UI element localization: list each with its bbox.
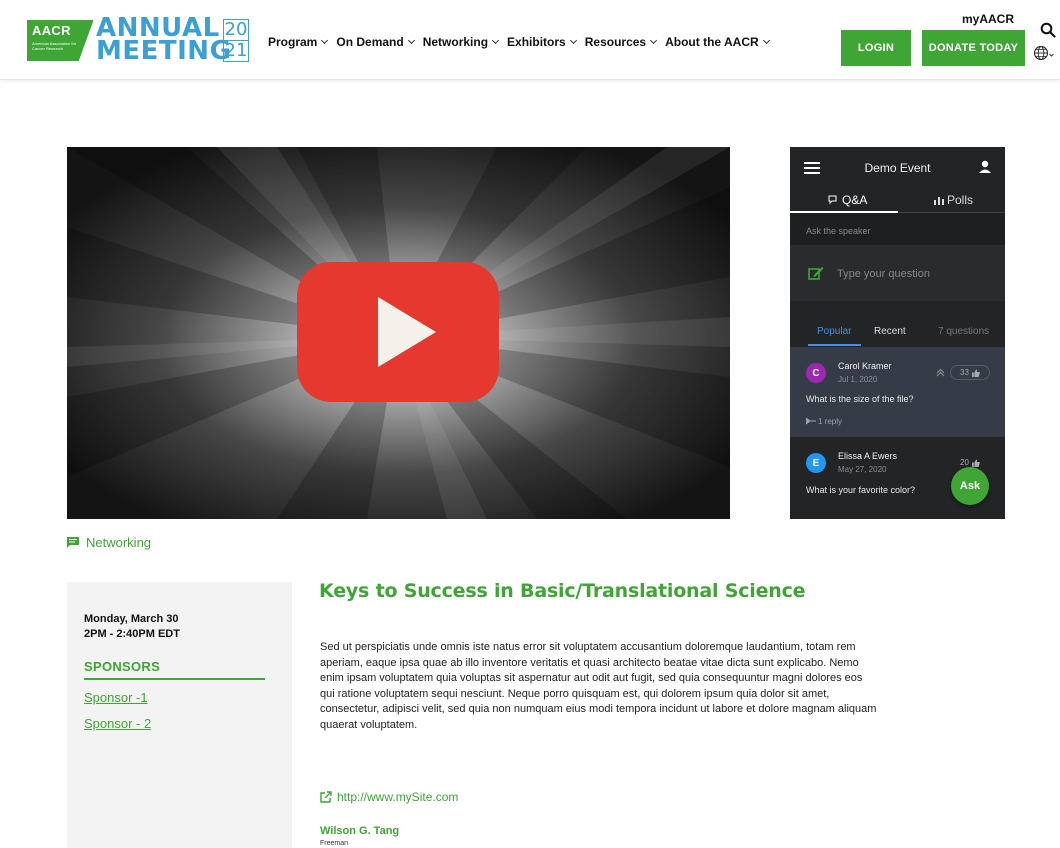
session-description: Sed ut perspiciatis unde omnis iste natu… [320, 641, 877, 731]
speaker-name[interactable]: Wilson G. Tang [320, 825, 399, 837]
chevron-down-icon [407, 36, 415, 45]
chevron-down-icon [569, 36, 577, 45]
website-url: http://www.mySite.com [337, 790, 459, 804]
session-time: 2PM - 2:40PM EDT [84, 628, 180, 640]
question-text: What is your favorite color? [806, 485, 916, 495]
ask-speaker-label: Ask the speaker [806, 226, 871, 236]
avatar: C [806, 363, 826, 383]
tab-polls[interactable]: Polls [934, 193, 973, 207]
logo-year-bottom: 21 [224, 40, 248, 61]
logo-year: 20 21 [223, 19, 249, 62]
thumbs-up-icon [971, 369, 980, 377]
question-author: Elissa A Ewers [838, 451, 898, 461]
nav-on-demand[interactable]: On Demand [336, 35, 415, 49]
nav-program[interactable]: Program [268, 35, 329, 49]
sponsors-heading: SPONSORS [84, 659, 161, 674]
vote-count: 20 [960, 458, 969, 467]
nav-exhibitors[interactable]: Exhibitors [507, 35, 577, 49]
nav-label: On Demand [336, 35, 404, 49]
nav-about[interactable]: About the AACR [665, 35, 770, 49]
reply-link[interactable]: 1 reply [805, 417, 843, 426]
ask-button[interactable]: Ask [951, 467, 989, 505]
question-input-placeholder: Type your question [837, 268, 930, 280]
nav-label: Resources [584, 35, 647, 49]
sort-recent[interactable]: Recent [874, 326, 906, 337]
vote-button[interactable]: 33 [950, 365, 990, 380]
my-account-link[interactable]: myAACR [962, 12, 1014, 26]
vote-count: 33 [960, 368, 969, 377]
sponsor-link[interactable]: Sponsor - 2 [84, 716, 151, 731]
logo-year-top: 20 [224, 19, 248, 41]
sort-popular[interactable]: Popular [817, 326, 851, 337]
website-link[interactable]: http://www.mySite.com [320, 790, 458, 804]
speaker-role: Freeman [320, 840, 349, 847]
nav-label: Exhibitors [507, 35, 566, 49]
chevron-up-icon[interactable] [936, 368, 945, 377]
nav-label: Networking [422, 35, 489, 49]
main-nav: Program On Demand Networking Exhibitors … [268, 35, 778, 49]
tab-polls-label: Polls [947, 193, 974, 207]
logo-org: AACR [32, 23, 71, 38]
session-date: Monday, March 30 [84, 613, 179, 625]
chevron-down-icon [650, 36, 658, 45]
session-title: Keys to Success in Basic/Translational S… [319, 580, 806, 602]
reply-icon [805, 417, 816, 425]
play-icon[interactable] [297, 262, 499, 402]
tab-qa-label: Q&A [842, 193, 868, 207]
nav-label: Program [268, 35, 318, 49]
reply-count: 1 reply [818, 417, 843, 426]
qa-panel: Demo Event Q&A Polls Ask the speaker Typ… [790, 147, 1005, 519]
logo-org-sub: American Association for Cancer Research [32, 41, 77, 51]
login-button[interactable]: LOGIN [841, 30, 911, 66]
sponsors-divider [84, 678, 265, 680]
avatar: E [806, 453, 826, 473]
search-icon[interactable] [1040, 22, 1056, 38]
chevron-down-icon [492, 36, 500, 45]
chat-icon [828, 195, 837, 205]
sort-indicator [808, 344, 861, 346]
nav-label: About the AACR [665, 35, 759, 49]
category-label: Networking [86, 535, 152, 550]
question-text: What is the size of the file? [806, 394, 914, 404]
question-count: 7 questions [938, 326, 990, 337]
category-link[interactable]: Networking [67, 535, 151, 550]
globe-icon[interactable] [1033, 45, 1055, 61]
external-link-icon [320, 791, 332, 803]
question-date: Jul 1, 2020 [838, 375, 878, 384]
thumbs-up-icon [971, 459, 980, 467]
chevron-down-icon [762, 36, 770, 45]
logo-line2: MEETING [96, 36, 232, 66]
nav-resources[interactable]: Resources [584, 35, 658, 49]
sort-bar [790, 301, 1005, 347]
donate-button[interactable]: DONATE TODAY [922, 30, 1025, 66]
chevron-down-icon [321, 36, 329, 45]
edit-icon [808, 267, 824, 280]
question-author: Carol Kramer [838, 361, 892, 371]
site-header: AACR American Association for Cancer Res… [0, 0, 1060, 80]
nav-networking[interactable]: Networking [422, 35, 500, 49]
sponsor-link[interactable]: Sponsor -1 [84, 690, 148, 705]
bar-chart-icon [934, 197, 944, 205]
qa-event-title: Demo Event [864, 161, 931, 175]
comment-icon [67, 537, 79, 548]
tab-qa[interactable]: Q&A [828, 193, 867, 207]
user-icon[interactable] [978, 160, 992, 174]
question-date: May 27, 2020 [838, 465, 887, 474]
